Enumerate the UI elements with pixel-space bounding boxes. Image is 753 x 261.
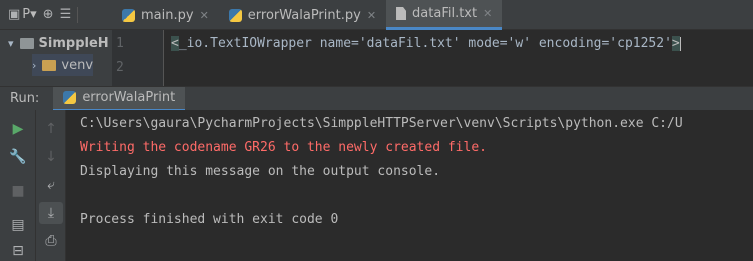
console-toolbar: ↑ ↓ ⤶ ⤓ ⎙ bbox=[36, 110, 66, 261]
console-line-stderr: Writing the codename GR26 to the newly c… bbox=[80, 140, 487, 155]
text-file-icon bbox=[396, 7, 407, 20]
project-view-dropdown[interactable]: P▾ bbox=[22, 7, 36, 22]
toolbar-divider bbox=[77, 6, 79, 23]
line-number: 1 bbox=[116, 36, 124, 51]
console-line: Displaying this message on the output co… bbox=[80, 164, 441, 179]
stop-icon[interactable]: ■ bbox=[6, 180, 30, 202]
python-file-icon bbox=[63, 91, 77, 104]
run-console[interactable]: C:\Users\gaura\PycharmProjects\SimppleHT… bbox=[66, 110, 753, 261]
close-icon[interactable]: ✕ bbox=[483, 7, 492, 20]
arrow-up-icon[interactable]: ↑ bbox=[39, 118, 63, 140]
scroll-to-end-icon[interactable]: ⤓ bbox=[39, 202, 63, 224]
run-label: Run: bbox=[10, 91, 40, 106]
project-tree: ▾ SimppleH › venv bbox=[0, 30, 112, 86]
close-icon[interactable]: ✕ bbox=[200, 9, 209, 22]
line-number: 2 bbox=[116, 60, 124, 75]
tab-label: dataFil.txt bbox=[412, 6, 478, 21]
pin-icon[interactable]: ⊟ bbox=[6, 240, 30, 261]
code-editor[interactable]: <_io.TextIOWrapper name='dataFil.txt' mo… bbox=[165, 30, 753, 86]
close-icon[interactable]: ✕ bbox=[367, 9, 376, 22]
locate-file-icon[interactable]: ⊕ bbox=[43, 8, 54, 21]
chevron-right-icon[interactable]: › bbox=[32, 59, 36, 72]
project-toolbar: ▣ P▾ ⊕ ☰ bbox=[0, 0, 112, 30]
tree-item-label: SimppleH bbox=[38, 35, 109, 51]
tab-errorwalaprint-py[interactable]: errorWalaPrint.py ✕ bbox=[219, 0, 386, 30]
bracket-highlight: < bbox=[171, 36, 179, 51]
soft-wrap-icon[interactable]: ⤶ bbox=[39, 174, 63, 196]
tree-item-label: venv bbox=[61, 57, 94, 73]
console-line: Process finished with exit code 0 bbox=[80, 212, 339, 227]
print-icon[interactable]: ⎙ bbox=[39, 230, 63, 252]
wrench-icon[interactable]: 🔧 bbox=[6, 146, 30, 168]
bracket-highlight: > bbox=[671, 36, 680, 51]
run-toolbar: ▶ 🔧 ■ ▤ ⊟ bbox=[0, 110, 36, 261]
rerun-icon[interactable]: ▶ bbox=[6, 118, 30, 140]
tab-label: errorWalaPrint.py bbox=[247, 7, 361, 23]
chevron-down-icon[interactable]: ▾ bbox=[8, 37, 14, 50]
run-panel-header: Run: errorWalaPrint bbox=[0, 86, 753, 111]
tab-main-py[interactable]: main.py ✕ bbox=[112, 0, 219, 30]
text-caret bbox=[679, 36, 681, 51]
folder-icon bbox=[19, 37, 34, 49]
project-panel: ▣ P▾ ⊕ ☰ ▾ SimppleH › venv bbox=[0, 0, 112, 86]
code-line[interactable]: <_io.TextIOWrapper name='dataFil.txt' mo… bbox=[171, 36, 681, 51]
collapse-all-icon[interactable]: ☰ bbox=[60, 8, 72, 21]
run-tab-label: errorWalaPrint bbox=[82, 90, 176, 105]
editor-tab-bar: main.py ✕ errorWalaPrint.py ✕ dataFil.tx… bbox=[112, 0, 753, 30]
layout-icon[interactable]: ▤ bbox=[6, 214, 30, 236]
run-config-tab[interactable]: errorWalaPrint bbox=[53, 86, 186, 111]
code-line-text: _io.TextIOWrapper name='dataFil.txt' mod… bbox=[178, 36, 672, 51]
python-file-icon bbox=[122, 8, 135, 22]
tree-item-project-root[interactable]: ▾ SimppleH bbox=[8, 32, 109, 54]
console-line: C:\Users\gaura\PycharmProjects\SimppleHT… bbox=[80, 116, 683, 131]
python-file-icon bbox=[228, 8, 242, 22]
tab-label: main.py bbox=[141, 7, 194, 23]
project-view-icon[interactable]: ▣ bbox=[8, 8, 20, 21]
tree-item-venv[interactable]: › venv bbox=[32, 54, 94, 76]
line-number-gutter: 1 2 bbox=[112, 30, 164, 86]
arrow-down-icon[interactable]: ↓ bbox=[39, 146, 63, 168]
folder-icon bbox=[42, 59, 57, 71]
tab-datafil-txt[interactable]: dataFil.txt ✕ bbox=[386, 0, 503, 30]
